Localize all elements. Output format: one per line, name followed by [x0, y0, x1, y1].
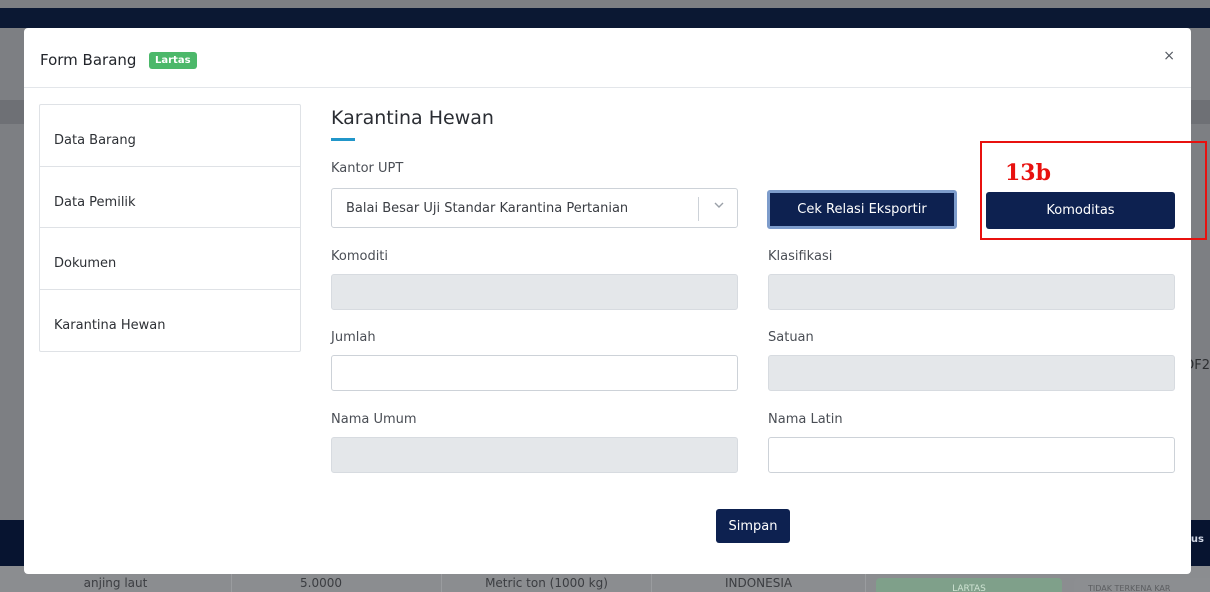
satuan-field [768, 355, 1175, 391]
kantor-upt-selected-value: Balai Besar Uji Standar Karantina Pertan… [346, 201, 629, 216]
nama-latin-input[interactable] [768, 437, 1175, 473]
cek-relasi-eksportir-button[interactable]: Cek Relasi Eksportir [767, 190, 957, 229]
form-barang-modal: Form Barang Lartas × Data Barang Data Pe… [24, 28, 1191, 574]
form-side-nav: Data Barang Data Pemilik Dokumen Karanti… [39, 104, 301, 352]
nama-umum-field [331, 437, 738, 473]
select-separator [698, 197, 699, 221]
kantor-upt-label: Kantor UPT [331, 161, 404, 176]
nav-item-dokumen[interactable]: Dokumen [40, 228, 300, 290]
annotation-box [980, 141, 1207, 240]
background-status-badge-2: TIDAK TERKENA KAR [1074, 578, 1210, 592]
nav-item-karantina-hewan[interactable]: Karantina Hewan [40, 290, 300, 352]
nav-item-data-pemilik[interactable]: Data Pemilik [40, 167, 300, 228]
background-table-header-text: us [1190, 534, 1204, 545]
nama-umum-label: Nama Umum [331, 412, 417, 427]
close-icon[interactable]: × [1163, 48, 1175, 64]
background-status-badge: LARTAS [876, 578, 1062, 592]
nav-item-data-barang[interactable]: Data Barang [40, 105, 300, 167]
nama-latin-label: Nama Latin [768, 412, 843, 427]
klasifikasi-label: Klasifikasi [768, 249, 833, 264]
klasifikasi-field [768, 274, 1175, 310]
app-topbar [0, 8, 1210, 28]
section-title: Karantina Hewan [331, 107, 494, 129]
komoditi-label: Komoditi [331, 249, 389, 264]
annotation-label: 13b [1005, 160, 1051, 186]
chevron-down-icon [713, 199, 725, 214]
komoditi-field [331, 274, 738, 310]
simpan-button[interactable]: Simpan [716, 509, 790, 543]
lartas-badge: Lartas [149, 52, 197, 69]
kantor-upt-select[interactable]: Balai Besar Uji Standar Karantina Pertan… [331, 188, 738, 228]
section-title-underline [331, 138, 355, 141]
jumlah-input[interactable] [331, 355, 738, 391]
satuan-label: Satuan [768, 330, 814, 345]
jumlah-label: Jumlah [331, 330, 376, 345]
modal-title: Form Barang [40, 51, 137, 69]
modal-header: Form Barang Lartas × [24, 28, 1191, 88]
